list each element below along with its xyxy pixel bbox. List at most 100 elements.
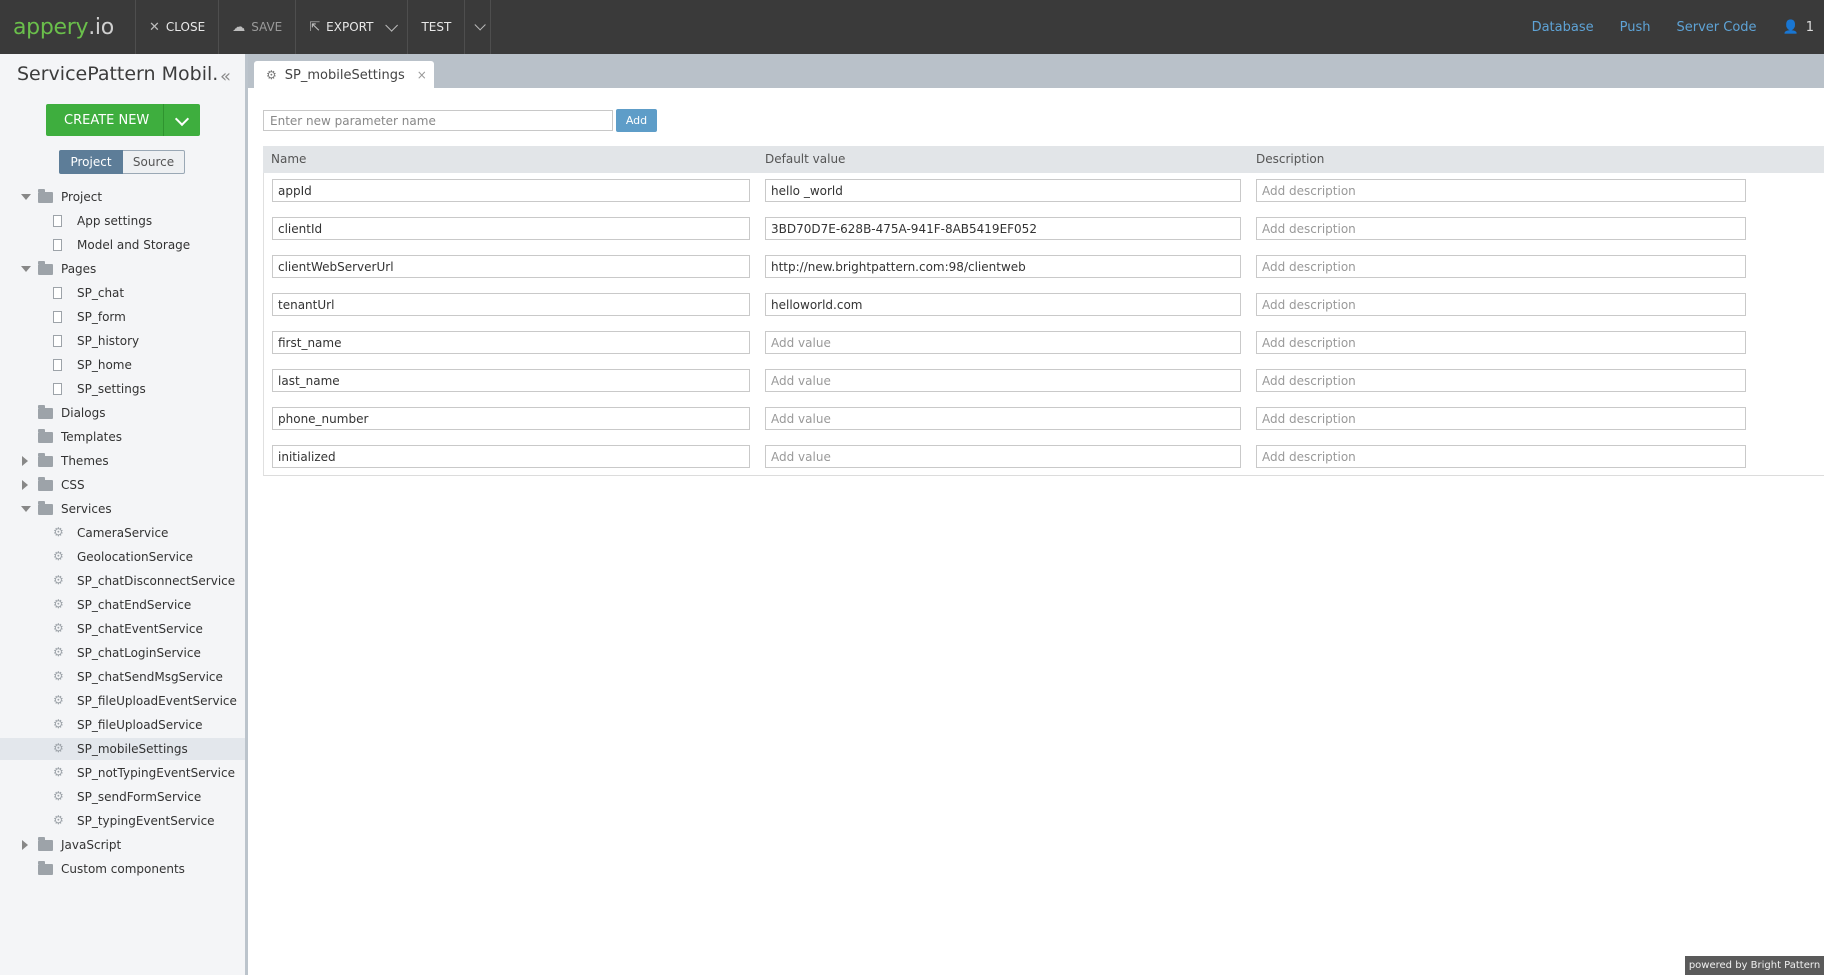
page-icon (53, 383, 62, 395)
tree-item-label: Project (61, 190, 103, 204)
new-parameter-input[interactable] (263, 110, 613, 131)
save-label: SAVE (251, 20, 283, 34)
tree-item-themes[interactable]: Themes (0, 450, 245, 472)
tree-item-sp-settings[interactable]: SP_settings (0, 378, 245, 400)
default-value-field[interactable]: hello _world (765, 179, 1241, 202)
expand-arrow-icon[interactable] (21, 266, 31, 272)
tree-item-sp-chatendservice[interactable]: ⚙ SP_chatEndService (0, 594, 245, 616)
description-field[interactable]: Add description (1256, 255, 1746, 278)
parameter-name-field[interactable]: phone_number (272, 407, 750, 430)
tree-item-label: CSS (61, 478, 85, 492)
close-label: CLOSE (165, 20, 206, 34)
tree-item-label: SP_history (77, 334, 140, 348)
tree-item-project[interactable]: Project (0, 186, 245, 208)
tree-item-sp-nottypingeventservice[interactable]: ⚙ SP_notTypingEventService (0, 762, 245, 784)
description-field[interactable]: Add description (1256, 407, 1746, 430)
tree-item-sp-fileuploadservice[interactable]: ⚙ SP_fileUploadService (0, 714, 245, 736)
default-value-field[interactable]: Add value (765, 369, 1241, 392)
push-link[interactable]: Push (1620, 20, 1651, 35)
tab-sp-mobilesettings[interactable]: ⚙ SP_mobileSettings × (254, 61, 434, 89)
tree-item-sp-fileuploadeventservice[interactable]: ⚙ SP_fileUploadEventService (0, 690, 245, 712)
tree-item-sp-form[interactable]: SP_form (0, 306, 245, 328)
table-row: clientWebServerUrl http://new.brightpatte… (264, 249, 1824, 287)
tree-item-sp-chatdisconnectservice[interactable]: ⚙ SP_chatDisconnectService (0, 570, 245, 592)
tree-item-templates[interactable]: Templates (0, 426, 245, 448)
tree-item-pages[interactable]: Pages (0, 258, 245, 280)
gear-icon: ⚙ (53, 669, 64, 683)
tree-item-sp-home[interactable]: SP_home (0, 354, 245, 376)
default-value-field[interactable]: Add value (765, 445, 1241, 468)
user-icon: 👤 (1782, 19, 1799, 35)
close-button[interactable]: ✕ CLOSE (136, 0, 220, 54)
tree-item-sp-typingeventservice[interactable]: ⚙ SP_typingEventService (0, 810, 245, 832)
parameter-name-field[interactable]: clientWebServerUrl (272, 255, 750, 278)
description-field[interactable]: Add description (1256, 445, 1746, 468)
tree-item-sp-mobilesettings[interactable]: ⚙ SP_mobileSettings (0, 738, 245, 760)
create-new-label: CREATE NEW (64, 112, 150, 128)
expand-arrow-icon[interactable] (21, 506, 31, 512)
tree-item-geolocationservice[interactable]: ⚙ GeolocationService (0, 546, 245, 568)
default-value-field[interactable]: http://new.brightpattern.com:98/clientwe… (765, 255, 1241, 278)
parameter-name-field[interactable]: initialized (272, 445, 750, 468)
tree-item-label: SP_notTypingEventService (77, 766, 235, 780)
tree-item-sp-chateventservice[interactable]: ⚙ SP_chatEventService (0, 618, 245, 640)
tree-item-label: SP_typingEventService (77, 814, 215, 828)
collapse-arrow-icon[interactable] (22, 480, 28, 490)
appery-logo[interactable]: appery .io (0, 0, 136, 54)
settings-file-icon (53, 239, 62, 251)
tree-item-label: Custom components (61, 862, 185, 876)
tree-item-model-and-storage[interactable]: Model and Storage (0, 234, 245, 256)
tree-item-cameraservice[interactable]: ⚙ CameraService (0, 522, 245, 544)
tree-item-css[interactable]: CSS (0, 474, 245, 496)
add-parameter-button[interactable]: Add (616, 109, 657, 132)
tree-item-dialogs[interactable]: Dialogs (0, 402, 245, 424)
tree-item-label: SP_chat (77, 286, 125, 300)
default-value-field[interactable]: helloworld.com (765, 293, 1241, 316)
tree-item-javascript[interactable]: JavaScript (0, 834, 245, 856)
server-code-link[interactable]: Server Code (1676, 20, 1756, 35)
collapse-sidebar-icon[interactable]: « (220, 66, 231, 87)
project-source-switch: Project Source (59, 150, 185, 174)
tree-item-label: SP_chatEventService (77, 622, 203, 636)
tree-item-label: Pages (61, 262, 97, 276)
close-icon: ✕ (149, 19, 160, 35)
save-button[interactable]: ☁ SAVE (219, 0, 297, 54)
default-value-field[interactable]: Add value (765, 407, 1241, 430)
test-dropdown-button[interactable] (465, 0, 492, 54)
collapse-arrow-icon[interactable] (22, 840, 28, 850)
close-tab-icon[interactable]: × (417, 68, 427, 82)
tree-item-custom-components[interactable]: Custom components (0, 858, 245, 880)
default-value-field[interactable]: Add value (765, 331, 1241, 354)
project-tab[interactable]: Project (59, 150, 123, 174)
database-link[interactable]: Database (1532, 20, 1594, 35)
parameter-name-field[interactable]: first_name (272, 331, 750, 354)
tree-item-sp-chat[interactable]: SP_chat (0, 282, 245, 304)
tree-item-sp-sendformservice[interactable]: ⚙ SP_sendFormService (0, 786, 245, 808)
parameter-name-field[interactable]: last_name (272, 369, 750, 392)
chevron-down-icon[interactable] (174, 111, 190, 127)
source-tab[interactable]: Source (123, 150, 185, 174)
tree-item-services[interactable]: Services (0, 498, 245, 520)
test-button[interactable]: TEST (408, 0, 466, 54)
default-value-field[interactable]: 3BD70D7E-628B-475A-941F-8AB5419EF052 (765, 217, 1241, 240)
tree-item-app-settings[interactable]: App settings (0, 210, 245, 232)
parameter-name-field[interactable]: tenantUrl (272, 293, 750, 316)
expand-arrow-icon[interactable] (21, 194, 31, 200)
gear-icon: ⚙ (266, 68, 277, 82)
tree-item-label: SP_chatLoginService (77, 646, 201, 660)
tree-item-sp-history[interactable]: SP_history (0, 330, 245, 352)
description-field[interactable]: Add description (1256, 293, 1746, 316)
collapse-arrow-icon[interactable] (22, 456, 28, 466)
parameter-name-field[interactable]: clientId (272, 217, 750, 240)
user-menu[interactable]: 👤 1 (1783, 20, 1814, 35)
gear-icon: ⚙ (53, 717, 64, 731)
tree-item-sp-chatsendmsgservice[interactable]: ⚙ SP_chatSendMsgService (0, 666, 245, 688)
parameter-name-field[interactable]: appId (272, 179, 750, 202)
description-field[interactable]: Add description (1256, 331, 1746, 354)
tree-item-sp-chatloginservice[interactable]: ⚙ SP_chatLoginService (0, 642, 245, 664)
export-button[interactable]: ⇱ EXPORT (296, 0, 409, 54)
description-field[interactable]: Add description (1256, 179, 1746, 202)
description-field[interactable]: Add description (1256, 217, 1746, 240)
create-new-button[interactable]: CREATE NEW (46, 104, 200, 136)
description-field[interactable]: Add description (1256, 369, 1746, 392)
